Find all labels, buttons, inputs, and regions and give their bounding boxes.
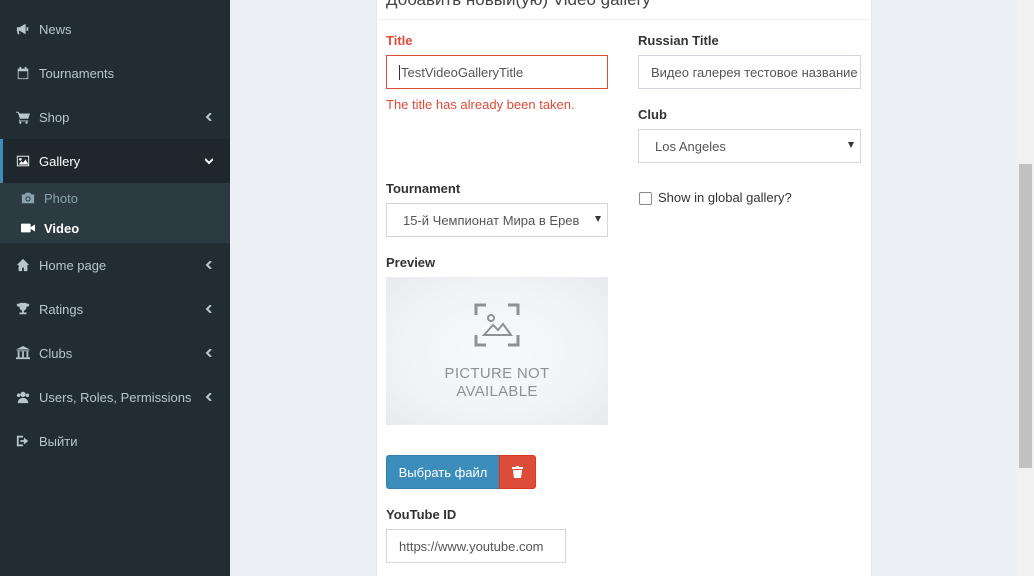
chevron-left-icon bbox=[204, 304, 214, 314]
chevron-down-icon bbox=[204, 156, 214, 166]
sidebar: News Tournaments Shop Gallery Photo Vide… bbox=[0, 0, 230, 576]
title-error: The title has already been taken. bbox=[386, 97, 575, 112]
sidebar-item-label: Users, Roles, Permissions bbox=[39, 389, 192, 405]
caret-down-icon bbox=[848, 142, 854, 148]
club-select-value: Los Angeles bbox=[655, 138, 726, 154]
caret-down-icon bbox=[595, 216, 601, 222]
tournament-select-value: 15-й Чемпионат Мира в Ереване bbox=[403, 212, 579, 228]
global-gallery-label[interactable]: Show in global gallery? bbox=[658, 190, 792, 205]
delete-file-button[interactable] bbox=[499, 455, 536, 489]
title-label: Title bbox=[386, 33, 413, 48]
picture-icon bbox=[15, 153, 31, 169]
users-icon bbox=[15, 389, 31, 405]
sidebar-subitem-label: Photo bbox=[44, 190, 78, 206]
sidebar-item-logout[interactable]: Выйти bbox=[0, 419, 230, 463]
sidebar-item-label: Выйти bbox=[39, 433, 78, 449]
global-gallery-checkbox[interactable] bbox=[639, 192, 652, 205]
sidebar-item-label: Ratings bbox=[39, 301, 84, 317]
tournament-label: Tournament bbox=[386, 181, 461, 196]
calendar-icon bbox=[15, 65, 31, 81]
youtube-input-placeholder: https://www.youtube.com bbox=[399, 538, 544, 554]
sidebar-item-gallery[interactable]: Gallery bbox=[0, 139, 230, 183]
chevron-left-icon bbox=[204, 348, 214, 358]
sidebar-item-ratings[interactable]: Ratings bbox=[0, 287, 230, 331]
youtube-label: YouTube ID bbox=[386, 507, 457, 522]
gallery-submenu: Photo Video bbox=[0, 183, 230, 243]
youtube-input[interactable]: https://www.youtube.com bbox=[386, 529, 566, 563]
trophy-icon bbox=[15, 301, 31, 317]
sign-out-icon bbox=[15, 433, 31, 449]
text-cursor bbox=[399, 64, 400, 80]
sidebar-item-label: Shop bbox=[39, 109, 70, 125]
sidebar-subitem-photo[interactable]: Photo bbox=[0, 183, 230, 213]
club-select[interactable]: Los Angeles bbox=[638, 129, 861, 163]
sidebar-item-label: Gallery bbox=[39, 153, 81, 169]
chevron-left-icon bbox=[204, 260, 214, 270]
sidebar-item-users-roles-permissions[interactable]: Users, Roles, Permissions bbox=[0, 375, 230, 419]
preview-label: Preview bbox=[386, 255, 436, 270]
tournament-select[interactable]: 15-й Чемпионат Мира в Ереване bbox=[386, 203, 608, 237]
picture-not-available-text: PICTURE NOT AVAILABLE bbox=[445, 365, 550, 401]
sidebar-item-label: Tournaments bbox=[39, 65, 115, 81]
institution-icon bbox=[15, 345, 31, 361]
sidebar-item-news[interactable]: News bbox=[0, 7, 230, 51]
choose-file-button[interactable]: Выбрать файл bbox=[386, 455, 500, 489]
scrollbar-thumb[interactable] bbox=[1019, 164, 1032, 468]
sidebar-item-label: Home page bbox=[39, 257, 107, 273]
preview-image: PICTURE NOT AVAILABLE bbox=[386, 277, 608, 425]
chevron-left-icon bbox=[204, 112, 214, 122]
video-camera-icon bbox=[20, 220, 36, 236]
sidebar-item-home-page[interactable]: Home page bbox=[0, 243, 230, 287]
russian-title-input-value: Видео галерея тестовое назвaние bbox=[651, 64, 858, 80]
russian-title-input[interactable]: Видео галерея тестовое назвaние bbox=[638, 55, 861, 89]
sidebar-item-shop[interactable]: Shop bbox=[0, 95, 230, 139]
sidebar-subitem-label: Video bbox=[44, 220, 80, 236]
bullhorn-icon bbox=[15, 21, 31, 37]
sidebar-item-label: Clubs bbox=[39, 345, 73, 361]
shopping-cart-icon bbox=[15, 109, 31, 125]
sidebar-subitem-video[interactable]: Video bbox=[0, 213, 230, 243]
russian-title-label: Russian Title bbox=[638, 33, 719, 48]
page-title: Добавить новый(ую) Video gallery bbox=[386, 0, 651, 10]
divider bbox=[376, 19, 872, 20]
camera-icon bbox=[20, 190, 36, 206]
sidebar-item-label: News bbox=[39, 21, 72, 37]
title-input[interactable]: TestVideoGalleryTitle bbox=[386, 55, 608, 89]
club-label: Club bbox=[638, 107, 667, 122]
image-placeholder-icon bbox=[474, 303, 520, 347]
placeholder-line-1: PICTURE NOT bbox=[444, 365, 550, 382]
title-input-value: TestVideoGalleryTitle bbox=[401, 64, 524, 80]
trash-icon bbox=[512, 466, 523, 478]
sidebar-item-tournaments[interactable]: Tournaments bbox=[0, 51, 230, 95]
chevron-left-icon bbox=[204, 392, 214, 402]
placeholder-line-2: AVAILABLE bbox=[456, 383, 538, 400]
sidebar-item-clubs[interactable]: Clubs bbox=[0, 331, 230, 375]
home-icon bbox=[15, 257, 31, 273]
